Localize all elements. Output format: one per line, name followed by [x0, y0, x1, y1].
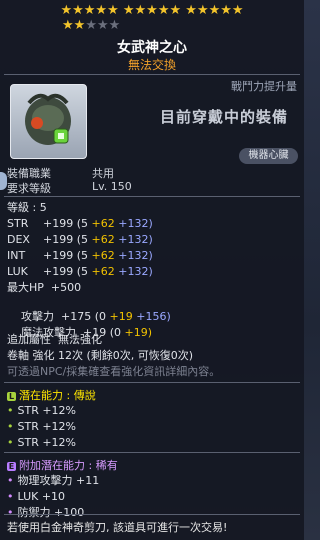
scroll-handle[interactable]	[0, 172, 7, 190]
potential-line: • STR +12%	[7, 404, 76, 417]
star-filled-icon: ★	[231, 3, 244, 18]
epic-badge-icon: E	[7, 461, 16, 471]
star-empty-icon: ★	[108, 18, 121, 33]
star-filled-icon: ★	[169, 3, 182, 18]
bullet-icon: •	[7, 404, 14, 417]
stat-name: STR	[7, 217, 29, 230]
scroll-upgrade: 卷軸 強化 12次 (剩餘0次, 可恢復0次)	[7, 349, 194, 362]
bullet-icon: •	[7, 474, 14, 487]
potential-line: • STR +12%	[7, 420, 76, 433]
star-force-row-2: ★★★★★	[62, 19, 162, 33]
star-empty-icon: ★	[96, 18, 109, 33]
star-filled-icon: ★	[220, 3, 232, 18]
stat-enhance: +132)	[118, 249, 153, 262]
item-name: 女武神之心	[117, 40, 187, 56]
stat-base: (5	[73, 249, 92, 262]
star-filled-icon: ★	[73, 18, 86, 33]
potential-value: STR +12%	[17, 404, 77, 417]
stat-name: LUK	[7, 265, 28, 278]
stat-total: +199	[43, 217, 74, 230]
star-filled-icon: ★	[72, 3, 84, 18]
potential-value: STR +12%	[17, 436, 77, 449]
potential-line: • LUK +10	[7, 490, 65, 503]
stat-base: (5	[73, 265, 92, 278]
stat-bonus: +19)	[124, 326, 153, 339]
stat-enhance: +132)	[118, 265, 153, 278]
item-icon	[10, 84, 87, 159]
stat-base: (5	[73, 233, 92, 246]
bullet-icon: •	[7, 436, 14, 449]
star-force-row-1: ★★★★★ ★★★★★ ★★★★★	[0, 4, 304, 18]
power-label: 戰鬥力提升量	[231, 80, 297, 93]
job-label: 裝備職業	[7, 167, 51, 180]
stat-name: INT	[7, 249, 26, 262]
divider	[4, 382, 300, 383]
additional-potential-header: E 附加潛在能力 : 稀有	[7, 457, 118, 473]
star-filled-icon: ★	[185, 3, 197, 18]
bullet-icon: •	[7, 506, 14, 519]
potential-title: 潛在能力 : 傳說	[19, 389, 96, 402]
star-filled-icon: ★	[107, 3, 119, 18]
potential-value: LUK +10	[17, 490, 66, 503]
stat-base: (5	[73, 217, 92, 230]
star-filled-icon: ★	[134, 3, 147, 18]
stat-row-dex: DEX +199 (5 +62 +132)	[7, 233, 153, 246]
star-filled-icon: ★	[208, 3, 221, 18]
slot-badge: 機器心臟	[239, 148, 298, 164]
star-filled-icon: ★	[95, 3, 108, 18]
stat-total: +199	[43, 249, 74, 262]
legendary-badge-icon: L	[7, 391, 16, 401]
divider	[4, 196, 300, 197]
star-filled-icon: ★	[83, 3, 96, 18]
req-level-value: Lv. 150	[92, 180, 132, 193]
max-hp: 最大HP +500	[7, 281, 82, 294]
stat-bonus: +62	[91, 265, 115, 278]
potential-value: 防禦力 +100	[17, 506, 85, 519]
potential-header: L 潛在能力 : 傳說	[7, 387, 96, 403]
trade-status: 無法交換	[127, 58, 176, 72]
star-filled-icon: ★	[62, 18, 74, 33]
divider	[4, 452, 300, 453]
stat-name: DEX	[7, 233, 30, 246]
potential-line: • STR +12%	[7, 436, 76, 449]
job-value: 共用	[92, 167, 114, 180]
divider	[4, 74, 300, 75]
potential-line: • 物理攻擊力 +11	[7, 474, 99, 487]
divider	[4, 514, 300, 515]
item-tooltip: ★★★★★ ★★★★★ ★★★★★ ★★★★★ 女武神之心 無法交換 戰鬥力提升…	[0, 0, 304, 540]
additional-potential-title: 附加潛在能力 : 稀有	[19, 459, 118, 472]
stat-row-int: INT +199 (5 +62 +132)	[7, 249, 153, 262]
stat-total: +199	[43, 233, 74, 246]
stat-row-luk: LUK +199 (5 +62 +132)	[7, 265, 153, 278]
potential-value: STR +12%	[17, 420, 77, 433]
power-comparison: 目前穿戴中的裝備	[160, 108, 289, 126]
trade-hint: 若使用白金神奇剪刀, 該道具可進行一次交易!	[7, 521, 228, 534]
star-filled-icon: ★	[196, 3, 209, 18]
star-filled-icon: ★	[122, 3, 135, 18]
bullet-icon: •	[7, 490, 14, 503]
star-empty-icon: ★	[85, 18, 97, 33]
stat-row-str: STR +199 (5 +62 +132)	[7, 217, 153, 230]
stat-bonus: +62	[91, 233, 115, 246]
stat-enhance: +132)	[118, 233, 153, 246]
potential-value: 物理攻擊力 +11	[17, 474, 100, 487]
star-filled-icon: ★	[60, 3, 73, 18]
bullet-icon: •	[7, 420, 14, 433]
star-filled-icon: ★	[146, 3, 158, 18]
stat-bonus: +62	[91, 217, 115, 230]
stat-total: +199	[43, 265, 74, 278]
req-level-label: 要求等級	[7, 182, 51, 195]
potential-line: • 防禦力 +100	[7, 506, 84, 519]
stat-base: (0	[109, 326, 122, 339]
extra-attribute: 追加屬性 無法強化	[7, 333, 102, 346]
enhance-hint: 可透過NPC/採集確查看強化資訊詳細內容。	[7, 365, 221, 378]
star-filled-icon: ★	[157, 3, 170, 18]
heart-device-icon	[25, 93, 71, 145]
stat-bonus: +62	[91, 249, 115, 262]
stat-enhance: +132)	[118, 217, 153, 230]
item-level: 等級 : 5	[7, 201, 47, 214]
